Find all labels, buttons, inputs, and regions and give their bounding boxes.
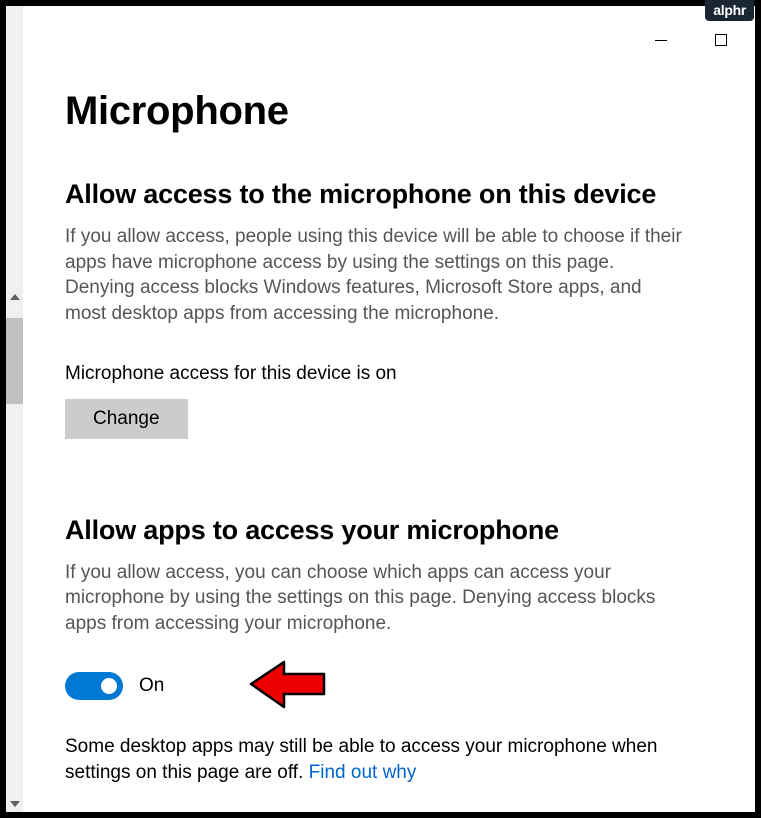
window-frame: Microphone Allow access to the microphon… [5, 5, 756, 813]
settings-content: Microphone Allow access to the microphon… [23, 6, 755, 812]
section-app-access-heading: Allow apps to access your microphone [65, 515, 715, 546]
toggle-state-label: On [139, 675, 164, 697]
device-access-status: Microphone access for this device is on [65, 363, 715, 385]
scrollbar-arrow-down-icon[interactable] [6, 795, 23, 812]
section-app-access-description: If you allow access, you can choose whic… [65, 560, 685, 637]
section-device-access-heading: Allow access to the microphone on this d… [65, 179, 715, 210]
scrollbar-arrow-up-icon[interactable] [6, 288, 23, 305]
app-access-toggle-row: On [65, 672, 715, 700]
vertical-scrollbar[interactable] [6, 6, 23, 812]
change-button[interactable]: Change [65, 399, 188, 439]
toggle-knob [101, 678, 117, 694]
watermark-badge: alphr [705, 0, 754, 21]
find-out-why-link[interactable]: Find out why [309, 762, 417, 783]
maximize-icon[interactable] [715, 34, 727, 46]
window-content: Microphone Allow access to the microphon… [6, 6, 755, 812]
annotation-arrow-icon [246, 657, 331, 717]
app-access-toggle[interactable] [65, 672, 123, 700]
footer-notice: Some desktop apps may still be able to a… [65, 734, 715, 785]
page-title: Microphone [65, 89, 715, 134]
titlebar-controls [655, 34, 727, 46]
minimize-icon[interactable] [655, 40, 667, 41]
section-device-access-description: If you allow access, people using this d… [65, 224, 685, 327]
scrollbar-thumb[interactable] [6, 318, 23, 404]
